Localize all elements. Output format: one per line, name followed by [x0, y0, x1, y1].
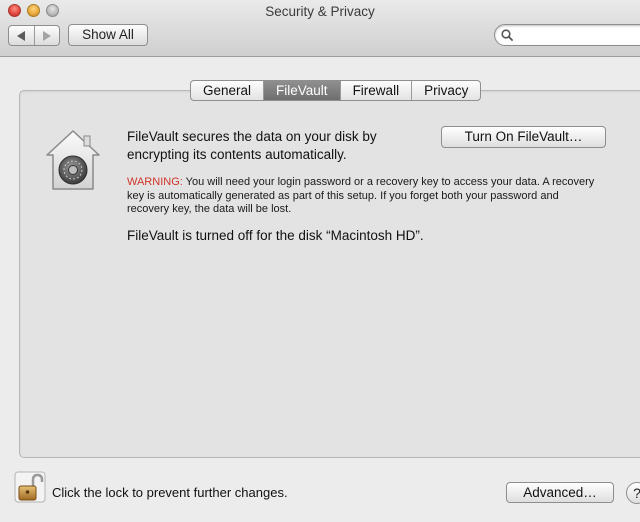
forward-button[interactable]	[33, 26, 60, 45]
tab-bar: General FileVault Firewall Privacy	[190, 80, 482, 101]
advanced-button[interactable]: Advanced…	[506, 482, 614, 503]
show-all-button[interactable]: Show All	[68, 24, 148, 46]
back-forward-control	[8, 25, 60, 46]
turn-on-filevault-button[interactable]: Turn On FileVault…	[441, 126, 606, 148]
search-icon	[501, 29, 513, 41]
warning-text: You will need your login password or a r…	[127, 176, 595, 215]
warning-label: WARNING:	[127, 176, 183, 188]
chevron-left-icon	[17, 30, 26, 41]
back-button[interactable]	[9, 26, 34, 45]
unlocked-padlock-icon[interactable]	[14, 470, 46, 504]
filevault-description: FileVault secures the data on your disk …	[127, 129, 377, 162]
tab-filevault[interactable]: FileVault	[263, 81, 340, 100]
filevault-house-icon	[46, 130, 100, 190]
search-field[interactable]	[494, 24, 640, 46]
window-title: Security & Privacy	[265, 4, 375, 19]
warning-message: WARNING: You will need your login passwo…	[127, 176, 597, 217]
tab-privacy[interactable]: Privacy	[411, 81, 480, 100]
tab-general[interactable]: General	[191, 81, 263, 100]
filevault-status: FileVault is turned off for the disk “Ma…	[127, 228, 424, 243]
help-button[interactable]: ?	[626, 482, 640, 504]
tab-firewall[interactable]: Firewall	[339, 81, 412, 100]
lock-instruction-text: Click the lock to prevent further change…	[52, 485, 288, 500]
title-bar: Security & Privacy Show All	[0, 0, 640, 57]
search-input[interactable]	[517, 28, 637, 42]
chevron-right-icon	[42, 30, 51, 41]
